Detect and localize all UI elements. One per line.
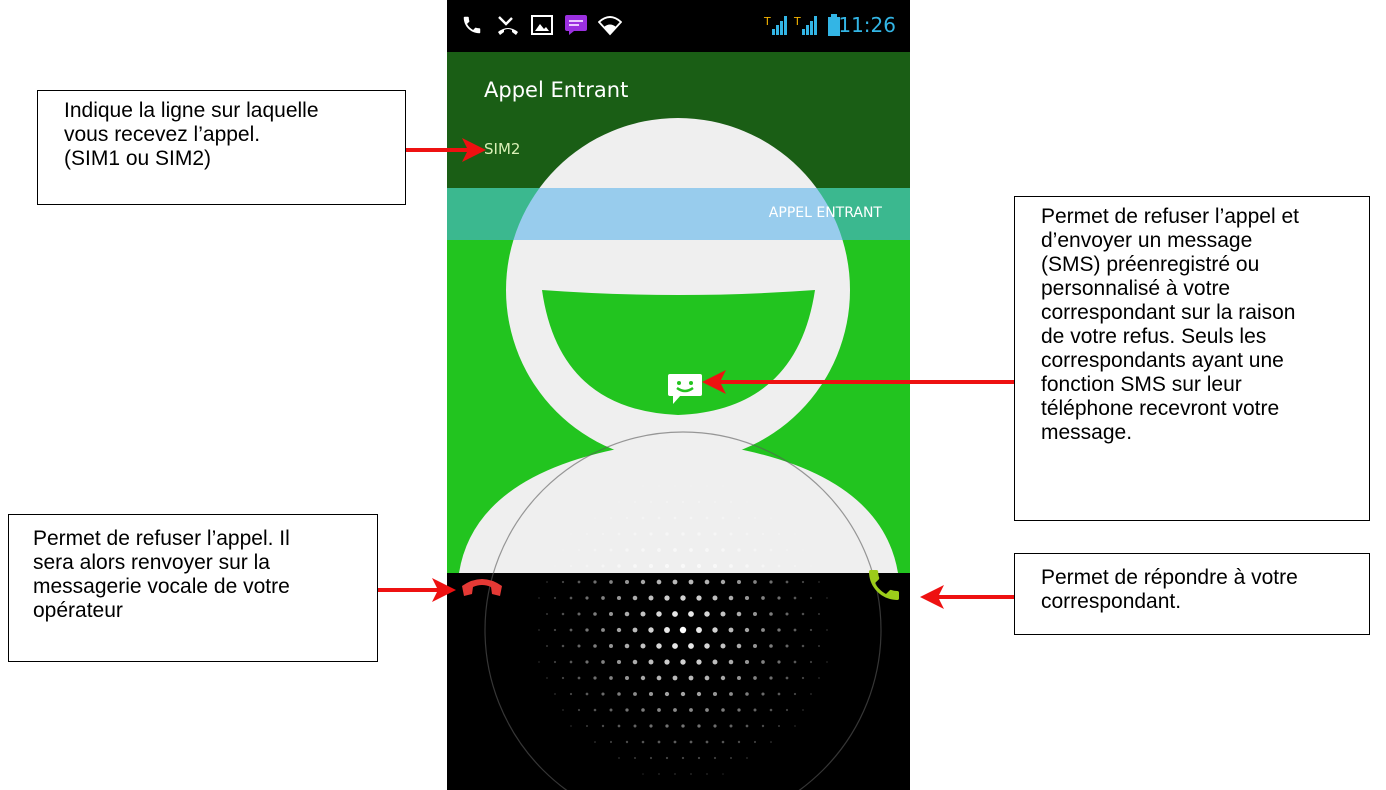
- answer-call-icon[interactable]: [859, 560, 909, 610]
- callout-sms-reply: Permet de refuser l’appel et d’envoyer u…: [1014, 196, 1370, 521]
- phone-screen: T T 11:26 Appel Entrant SIM2 APPEL ENTRA…: [447, 0, 910, 790]
- call-status-text: APPEL ENTRANT: [768, 205, 882, 221]
- callout-answer: Permet de répondre à votre correspondant…: [1014, 553, 1370, 635]
- phone-call-icon: [459, 12, 485, 38]
- call-title: Appel Entrant: [484, 78, 629, 102]
- callout-decline: Permet de refuser l’appel. Il sera alors…: [8, 514, 378, 662]
- default-contact-avatar: [459, 118, 898, 573]
- call-status-banner: APPEL ENTRANT: [447, 188, 910, 240]
- wifi-icon: [597, 12, 623, 38]
- sim1-signal-icon: T: [763, 12, 789, 38]
- message-notification-icon: [563, 12, 589, 38]
- sms-reply-icon[interactable]: [665, 372, 705, 406]
- arrow-head-answer: [920, 585, 944, 609]
- image-icon: [529, 12, 555, 38]
- decline-call-icon[interactable]: [457, 570, 507, 610]
- status-time: 11:26: [838, 13, 896, 37]
- call-controls-area: [447, 573, 910, 790]
- svg-text:T: T: [793, 15, 801, 28]
- callout-sim-line: Indique la ligne sur laquelle vous recev…: [37, 90, 406, 205]
- svg-text:T: T: [763, 15, 771, 28]
- status-bar: T T 11:26: [447, 0, 910, 52]
- missed-call-icon: [495, 12, 521, 38]
- sim2-signal-icon: T: [793, 12, 819, 38]
